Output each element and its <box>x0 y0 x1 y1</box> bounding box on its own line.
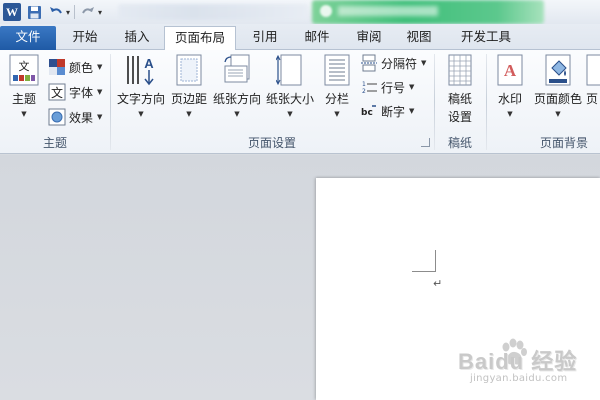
columns-icon <box>324 54 350 86</box>
group-label-page-setup: 页面设置 <box>247 136 296 150</box>
breaks-button[interactable]: 分隔符 ▼ <box>360 52 426 74</box>
chevron-down-icon: ▼ <box>21 110 27 118</box>
customize-icon[interactable]: ▾ <box>98 8 102 17</box>
effects-icon <box>48 108 66 126</box>
margins-icon <box>176 54 202 86</box>
tab-file[interactable]: 文件 <box>0 26 56 50</box>
svg-text:文: 文 <box>19 59 30 73</box>
chevron-down-icon: ▼ <box>138 110 144 118</box>
tab-home[interactable]: 开始 <box>62 26 108 50</box>
line-numbers-button[interactable]: 12 行号 ▼ <box>360 76 414 98</box>
page-setup-dialog-launcher-icon[interactable] <box>421 138 430 147</box>
ribbon-tab-row: 文件 开始 插入 页面布局 引用 邮件 审阅 视图 开发工具 <box>0 24 600 51</box>
margin-corner-marker <box>412 250 436 272</box>
group-label-manuscript: 稿纸 <box>447 136 472 150</box>
save-icon[interactable] <box>25 3 43 21</box>
group-label-themes: 主题 <box>42 136 67 150</box>
themes-label: 主题 <box>11 92 36 106</box>
ribbon: 文 主题 ▼ 颜色 ▼ 文 字体 ▼ 效果 ▼ 主题 A 文字方向 ▼ 页边距 ▼ <box>0 50 600 154</box>
text-direction-button[interactable]: A 文字方向 ▼ <box>114 54 168 118</box>
group-label-page-background: 页面背景 <box>539 136 588 150</box>
orientation-button[interactable]: 纸张方向 ▼ <box>211 54 263 118</box>
page-size-button[interactable]: 纸张大小 ▼ <box>264 54 316 118</box>
redo-icon[interactable] <box>79 3 97 21</box>
line-numbers-icon: 12 <box>362 81 377 95</box>
paragraph-mark: ↵ <box>433 277 443 290</box>
page-borders-button[interactable]: 页 <box>584 54 600 107</box>
breaks-icon <box>361 54 377 72</box>
baidu-jingyan-url: jingyan.baidu.com <box>470 373 568 384</box>
chevron-down-icon: ▼ <box>409 83 415 91</box>
undo-icon[interactable] <box>47 3 65 21</box>
watermark-button[interactable]: A 水印 ▼ <box>492 54 528 118</box>
theme-fonts-button[interactable]: 文 字体 ▼ <box>48 81 102 103</box>
watermark-icon: A <box>497 54 523 86</box>
theme-colors-button[interactable]: 颜色 ▼ <box>48 56 102 78</box>
themes-icon: 文 <box>9 54 39 86</box>
chevron-down-icon: ▼ <box>409 107 415 115</box>
manuscript-grid-icon <box>448 54 472 86</box>
page-size-icon <box>276 54 302 86</box>
chevron-down-icon: ▼ <box>97 63 103 71</box>
page-borders-icon <box>586 54 600 86</box>
tab-references[interactable]: 引用 <box>242 26 288 50</box>
svg-text:1: 1 <box>362 81 366 88</box>
chevron-down-icon: ▼ <box>186 110 192 118</box>
quick-access-toolbar: W ▾ ▾ <box>0 2 102 22</box>
chevron-down-icon: ▼ <box>234 110 240 118</box>
window-title-blurred <box>118 4 308 20</box>
tab-insert[interactable]: 插入 <box>114 26 160 50</box>
paint-bucket-icon <box>545 54 571 86</box>
chevron-down-icon: ▼ <box>287 110 293 118</box>
tab-view[interactable]: 视图 <box>396 26 442 50</box>
palette-icon <box>49 59 65 75</box>
baidu-jingyan-watermark: Baidu 经验 <box>458 349 578 374</box>
tab-developer[interactable]: 开发工具 <box>450 26 522 50</box>
chevron-down-icon: ▼ <box>97 113 103 121</box>
svg-text:bc: bc <box>361 108 373 118</box>
tab-page-layout[interactable]: 页面布局 <box>164 26 236 51</box>
chevron-down-icon: ▼ <box>334 110 340 118</box>
margins-button[interactable]: 页边距 ▼ <box>168 54 210 118</box>
text-direction-icon: A <box>127 56 154 86</box>
svg-text:A: A <box>504 61 517 80</box>
orientation-icon <box>224 54 250 83</box>
hyphenation-icon: bc <box>361 105 376 118</box>
manuscript-settings-button[interactable]: 稿纸 设置 <box>440 54 480 125</box>
themes-button[interactable]: 文 主题 ▼ <box>6 54 42 118</box>
hyphenation-button[interactable]: bc 断字 ▼ <box>360 100 414 122</box>
tab-review[interactable]: 审阅 <box>346 26 392 50</box>
font-icon: 文 <box>48 83 66 101</box>
title-bar: W ▾ ▾ <box>0 0 600 24</box>
chevron-down-icon: ▼ <box>507 110 513 118</box>
svg-text:2: 2 <box>362 88 366 95</box>
undo-dropdown-icon[interactable]: ▾ <box>66 8 70 17</box>
chevron-down-icon: ▼ <box>555 110 561 118</box>
tab-mailings[interactable]: 邮件 <box>294 26 340 50</box>
columns-button[interactable]: 分栏 ▼ <box>320 54 354 118</box>
chevron-down-icon: ▼ <box>97 88 103 96</box>
svg-text:文: 文 <box>51 85 63 100</box>
word-logo-icon[interactable]: W <box>3 3 21 21</box>
svg-text:A: A <box>144 56 154 71</box>
theme-effects-button[interactable]: 效果 ▼ <box>48 106 102 128</box>
page-color-button[interactable]: 页面颜色 ▼ <box>532 54 584 118</box>
chevron-down-icon: ▼ <box>421 59 427 67</box>
